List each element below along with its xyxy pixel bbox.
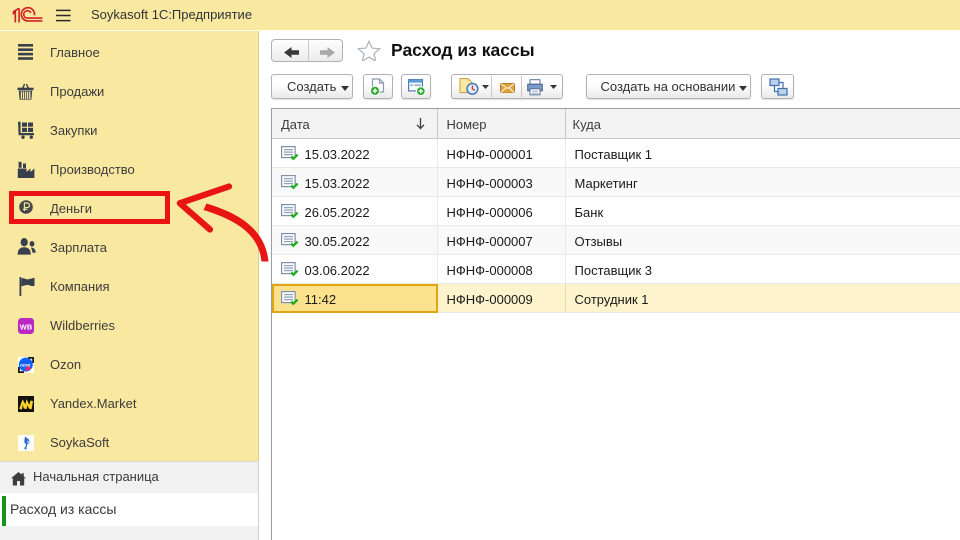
svg-text:ozon: ozon (20, 363, 31, 368)
svg-text:WB: WB (20, 322, 33, 331)
